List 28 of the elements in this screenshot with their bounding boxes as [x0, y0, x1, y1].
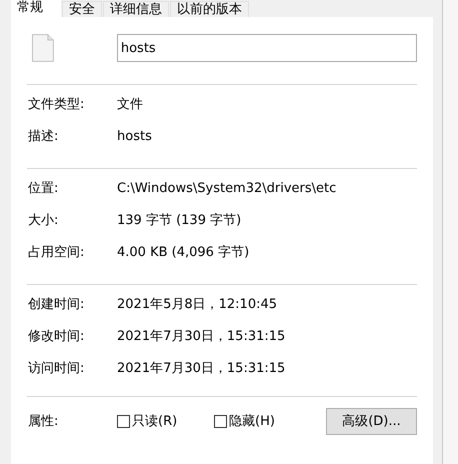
- field-label: 文件类型:: [27, 96, 86, 114]
- field-label: 位置:: [27, 180, 60, 198]
- field-value: C:\Windows\System32\drivers\etc: [117, 180, 336, 198]
- file-name-field[interactable]: hosts: [116, 34, 417, 62]
- field-label: 修改时间:: [27, 328, 86, 346]
- field-value: 2021年7月30日，15:31:15: [117, 360, 286, 378]
- advanced-button[interactable]: 高级(D)...: [326, 408, 417, 435]
- checkbox-box[interactable]: [214, 415, 227, 428]
- field-label: 创建时间:: [27, 296, 86, 314]
- field-value: 139 字节 (139 字节): [117, 212, 242, 230]
- checkbox[interactable]: 只读(R): [117, 412, 214, 432]
- tab[interactable]: 以前的版本: [170, 1, 249, 17]
- tab[interactable]: 常规: [11, 0, 61, 18]
- field-value: hosts: [117, 128, 152, 146]
- checkbox[interactable]: 隐藏(H): [214, 412, 311, 432]
- file-icon: [32, 34, 54, 62]
- field-value: 文件: [117, 96, 143, 114]
- field-value: 4.00 KB (4,096 字节): [117, 244, 250, 262]
- tab[interactable]: 安全: [62, 1, 102, 17]
- field-label: 访问时间:: [27, 360, 86, 378]
- tab[interactable]: 详细信息: [103, 1, 169, 17]
- field-label: 描述:: [27, 128, 60, 146]
- checkbox-box[interactable]: [117, 415, 130, 428]
- field-value: 2021年7月30日，15:31:15: [117, 328, 286, 346]
- field-label: 占用空间:: [27, 244, 86, 262]
- attributes-label: 属性:: [27, 412, 60, 431]
- field-value: 2021年5月8日，12:10:45: [117, 296, 278, 314]
- field-label: 大小:: [27, 212, 60, 230]
